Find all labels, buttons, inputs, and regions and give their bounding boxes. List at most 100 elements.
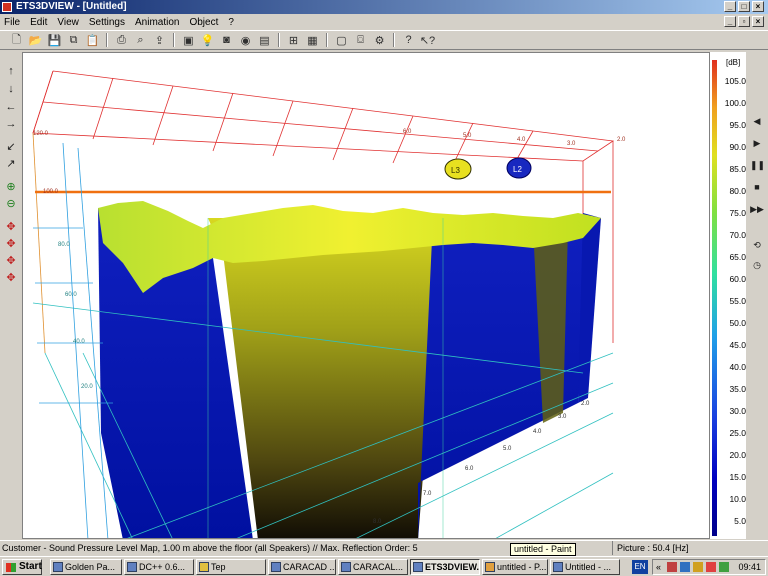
pause-icon[interactable]: ❚❚	[750, 158, 765, 172]
save-icon[interactable]: 💾	[46, 32, 63, 48]
menu-animation[interactable]: Animation	[135, 17, 179, 28]
start-label: Start	[19, 561, 42, 572]
light-icon[interactable]: 💡	[199, 32, 216, 48]
stop-icon[interactable]: ■	[750, 180, 764, 194]
scale-tick: 45.0	[729, 340, 746, 350]
print-icon[interactable]: ⎙	[113, 32, 130, 48]
rotate-x-icon[interactable]: ✥	[3, 220, 19, 234]
status-frequency: Picture : 50.4 [Hz]	[612, 541, 752, 555]
rotate-free-icon[interactable]: ✥	[3, 271, 19, 285]
clock[interactable]: 09:41	[738, 560, 761, 574]
app-icon	[127, 562, 137, 572]
tray-app-icon[interactable]	[719, 562, 729, 572]
arrow-up-icon[interactable]: ↑	[3, 64, 19, 78]
settings-icon[interactable]: ⚙	[371, 32, 388, 48]
zoom-in-icon[interactable]: ⊕	[3, 180, 19, 194]
status-bar: Customer - Sound Pressure Level Map, 1.0…	[0, 540, 768, 555]
svg-text:4.0: 4.0	[533, 429, 542, 435]
tray-app-icon[interactable]	[693, 562, 703, 572]
doc-minimize-button[interactable]: _	[724, 16, 736, 27]
task-golden[interactable]: Golden Pa...	[50, 559, 122, 575]
grid-icon[interactable]: ⊞	[285, 32, 302, 48]
scale-tick: 55.0	[729, 296, 746, 306]
color-scale: [dB] 105.0 100.0 95.0 90.0 85.0 80.0 75.…	[710, 52, 746, 539]
taskbar-tooltip: untitled - Paint	[510, 543, 576, 556]
task-label: Golden Pa...	[65, 562, 116, 572]
arrow-left-icon[interactable]: ←	[3, 100, 19, 114]
print-preview-icon[interactable]: ⌕	[132, 32, 149, 48]
menu-file[interactable]: File	[4, 17, 20, 28]
copy-icon[interactable]: ⧉	[65, 32, 82, 48]
task-dcpp[interactable]: DC++ 0.6...	[124, 559, 194, 575]
task-caracal[interactable]: CARACAL...	[338, 559, 408, 575]
rotate-z-icon[interactable]: ✥	[3, 254, 19, 268]
svg-text:2.0: 2.0	[617, 137, 626, 143]
new-icon[interactable]: 🗋	[8, 32, 25, 48]
svg-text:6.0: 6.0	[403, 129, 412, 135]
rotate-y-icon[interactable]: ✥	[3, 237, 19, 251]
taskbar: Start Golden Pa... DC++ 0.6... Tep CARAC…	[0, 556, 768, 576]
next-frame-icon[interactable]: ▶▶	[750, 202, 764, 216]
arrow-diag-up-icon[interactable]: ↗	[3, 157, 19, 171]
task-untitled[interactable]: Untitled - ...	[550, 559, 620, 575]
menu-view[interactable]: View	[57, 17, 79, 28]
task-ets3dview[interactable]: ETS3DVIEW...	[410, 559, 480, 575]
color-map-icon[interactable]: ▦	[304, 32, 321, 48]
camera-icon[interactable]: ⌼	[352, 32, 369, 48]
arrow-right-icon[interactable]: →	[3, 117, 19, 131]
prev-frame-icon[interactable]: ◀	[750, 114, 764, 128]
source-icon[interactable]: ◉	[237, 32, 254, 48]
tray-app-icon[interactable]	[706, 562, 716, 572]
close-button[interactable]: ×	[752, 1, 764, 12]
minimize-button[interactable]: _	[724, 1, 736, 12]
tray-expand-icon[interactable]: «	[656, 560, 661, 574]
scale-tick: 30.0	[729, 406, 746, 416]
open-icon[interactable]: 📂	[27, 32, 44, 48]
scale-tick: 80.0	[729, 186, 746, 196]
menu-settings[interactable]: Settings	[89, 17, 125, 28]
3d-viewport[interactable]: L3 L2 120.0 100.0 80.0 60.0 40.0 20.0 2.…	[22, 52, 710, 539]
task-caracad[interactable]: CARACAD ...	[268, 559, 336, 575]
toolbar-separator	[326, 33, 328, 47]
svg-text:20.0: 20.0	[81, 384, 93, 390]
model-icon[interactable]: ▣	[180, 32, 197, 48]
paste-icon[interactable]: 📋	[84, 32, 101, 48]
screenshot-icon[interactable]: ▢	[333, 32, 350, 48]
task-label: ETS3DVIEW...	[425, 562, 480, 572]
texture-icon[interactable]: ▤	[256, 32, 273, 48]
app-icon[interactable]	[2, 2, 12, 12]
speaker-icon[interactable]: ◙	[218, 32, 235, 48]
menu-help[interactable]: ?	[228, 17, 234, 28]
doc-close-button[interactable]: ×	[752, 16, 764, 27]
arrow-down-icon[interactable]: ↓	[3, 82, 19, 96]
tray-app-icon[interactable]	[667, 562, 677, 572]
task-label: CARACAL...	[353, 562, 404, 572]
task-tep[interactable]: Tep	[196, 559, 266, 575]
play-icon[interactable]: ▶	[750, 136, 764, 150]
menu-edit[interactable]: Edit	[30, 17, 47, 28]
svg-text:4.0: 4.0	[517, 137, 526, 143]
task-paint[interactable]: untitled - P...	[482, 559, 548, 575]
tray-app-icon[interactable]	[680, 562, 690, 572]
windows-logo-icon	[6, 563, 16, 572]
arrow-diag-down-icon[interactable]: ↙	[3, 140, 19, 154]
help-icon[interactable]: ?	[400, 32, 417, 48]
maximize-button[interactable]: □	[738, 1, 750, 12]
title-bar: ETS3DVIEW - [Untitled] _ □ ×	[0, 0, 768, 14]
svg-text:40.0: 40.0	[73, 339, 85, 345]
speaker-l3[interactable]: L3	[444, 158, 472, 180]
scale-tick: 5.0	[734, 516, 746, 526]
clock-icon[interactable]: ◷	[750, 258, 764, 272]
start-button[interactable]: Start	[2, 559, 42, 575]
toolbar: 🗋 📂 💾 ⧉ 📋 ⎙ ⌕ ⇪ ▣ 💡 ◙ ◉ ▤ ⊞ ▦ ▢ ⌼ ⚙ ? ↖?	[0, 30, 768, 50]
doc-restore-button[interactable]: ▫	[738, 16, 750, 27]
speaker-l2[interactable]: L2	[506, 157, 532, 179]
paint-icon	[485, 562, 495, 572]
menu-object[interactable]: Object	[189, 17, 218, 28]
export-icon[interactable]: ⇪	[151, 32, 168, 48]
context-help-icon[interactable]: ↖?	[419, 32, 436, 48]
svg-text:60.0: 60.0	[65, 292, 77, 298]
language-indicator[interactable]: EN	[632, 560, 648, 574]
loop-icon[interactable]: ⟲	[750, 238, 764, 252]
zoom-out-icon[interactable]: ⊖	[3, 197, 19, 211]
